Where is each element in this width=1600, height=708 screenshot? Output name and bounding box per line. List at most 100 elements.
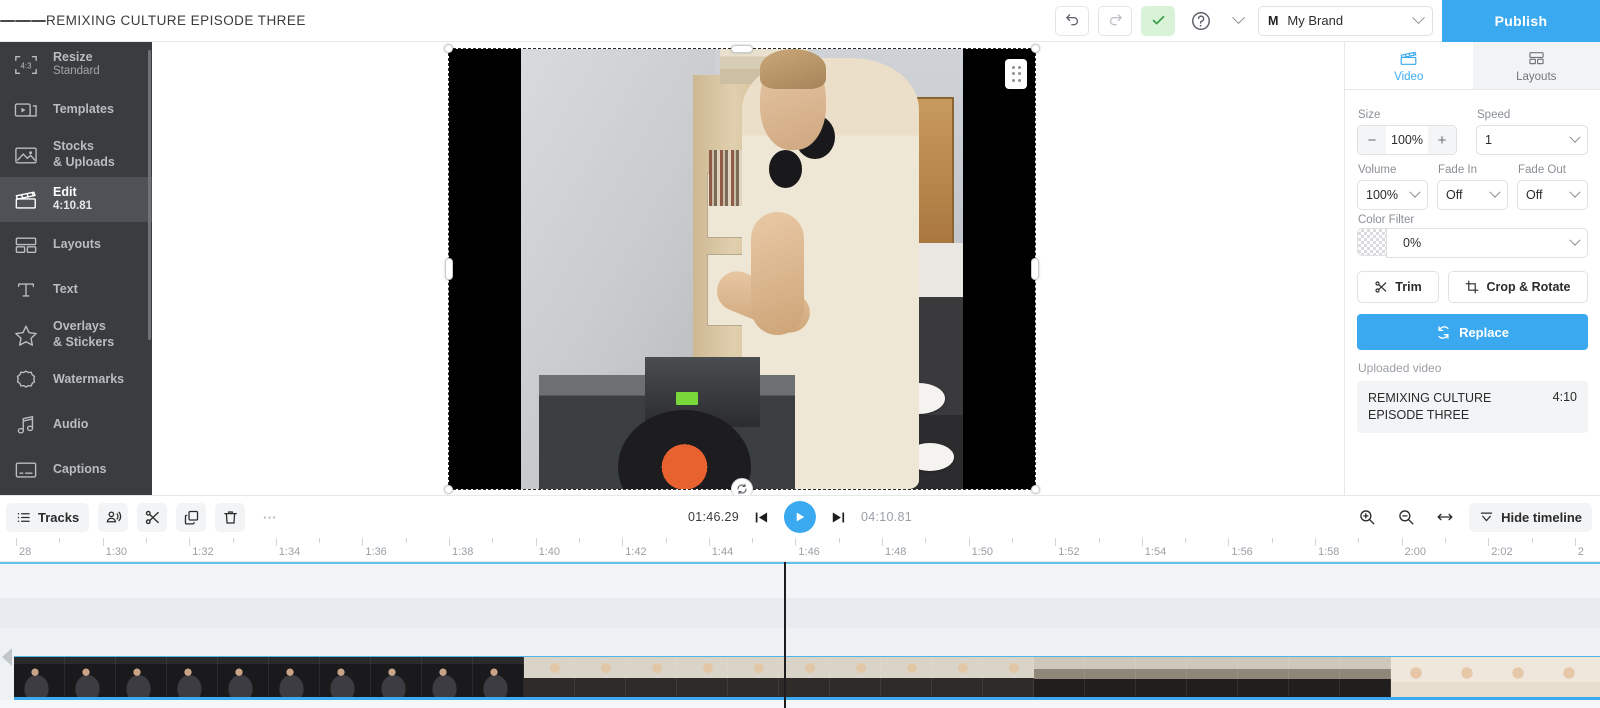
sidebar-item-watermarks[interactable]: Watermarks [0, 357, 152, 402]
volume-select[interactable]: 100% [1357, 180, 1428, 210]
split-button[interactable] [137, 502, 168, 532]
zoom-in-button[interactable] [1352, 503, 1382, 532]
sidebar-item-captions[interactable]: Captions [0, 447, 152, 492]
ruler-tick-minor [665, 538, 667, 543]
ruler-label: 1:54 [1144, 546, 1167, 558]
resize-handle-top-right[interactable] [1031, 44, 1040, 53]
ruler-tick [362, 538, 364, 546]
fade-out-select[interactable]: Off [1517, 180, 1588, 210]
size-speed-row: Size − 100% + Speed 1 [1357, 100, 1588, 155]
resize-handle-top[interactable] [731, 45, 753, 53]
color-filter-select[interactable]: 0% [1386, 228, 1588, 258]
timeline-tracks-area[interactable] [0, 562, 1600, 708]
page-title: REMIXING CULTURE EPISODE THREE [46, 13, 306, 28]
hide-timeline-button[interactable]: Hide timeline [1469, 502, 1592, 532]
resize-handle-right[interactable] [1031, 258, 1039, 280]
zoom-out-button[interactable] [1391, 503, 1421, 532]
size-value: 100% [1386, 126, 1428, 154]
ruler-label: 1:38 [452, 546, 474, 558]
resize-handle-bottom-left[interactable] [444, 485, 453, 494]
tab-video[interactable]: Video [1345, 42, 1473, 89]
ruler-tick [1141, 538, 1143, 546]
undo-button[interactable] [1055, 5, 1089, 36]
ruler-tick-minor [319, 538, 321, 543]
clip-thumbnail [116, 657, 167, 697]
sidebar-item-audio[interactable]: Audio [0, 402, 152, 447]
clip-thumbnail [1238, 657, 1289, 697]
fit-width-button[interactable] [1430, 503, 1460, 532]
replace-button[interactable]: Replace [1357, 314, 1588, 350]
zoom-out-icon [1399, 510, 1414, 525]
ruler-label: 1:32 [192, 546, 214, 558]
ruler-label: 1:30 [105, 546, 128, 558]
ruler-label: 2:00 [1404, 546, 1427, 558]
skip-next-button[interactable] [830, 509, 847, 526]
sidebar-item-text[interactable]: Text [0, 267, 152, 312]
sidebar-item-overlays-stickers[interactable]: Overlays & Stickers [0, 312, 152, 357]
sidebar-item-templates[interactable]: Templates [0, 87, 152, 132]
hamburger-icon[interactable] [0, 0, 46, 42]
duplicate-button[interactable] [176, 502, 207, 532]
sidebar-item-resize[interactable]: 4:3 Resize Standard [0, 42, 152, 87]
tracks-button[interactable]: Tracks [6, 502, 90, 532]
transport-controls: 01:46.29 04:10.81 [688, 501, 912, 533]
sidebar-item-label: Resize [53, 50, 93, 65]
resize-handle-bottom-right[interactable] [1031, 485, 1040, 494]
badge-seal-icon [12, 366, 40, 394]
preview-canvas[interactable] [152, 42, 1344, 500]
brand-selector[interactable]: M My Brand [1258, 5, 1433, 36]
sidebar-item-label: Stocks [53, 138, 94, 153]
help-button[interactable] [1184, 6, 1218, 36]
uploaded-video-item[interactable]: REMIXING CULTURE EPISODE THREE 4:10 [1357, 381, 1588, 433]
size-stepper[interactable]: − 100% + [1357, 125, 1457, 155]
redo-button[interactable] [1098, 5, 1132, 36]
scroll-left-arrow-icon[interactable] [0, 640, 14, 674]
text-t-icon [12, 276, 40, 304]
ruler-tick [795, 538, 797, 546]
crop-label: Crop & Rotate [1486, 280, 1571, 294]
tab-label: Video [1394, 70, 1424, 83]
drag-grip-icon[interactable] [1005, 59, 1027, 89]
timeline-ruler[interactable]: 28 1:30 1:32 1:34 1:36 1:38 1:40 1:42 1:44 1:46 1:… [0, 538, 1600, 562]
playhead[interactable] [780, 562, 790, 708]
ruler-tick [968, 538, 970, 546]
help-menu-button[interactable] [1227, 7, 1249, 35]
size-decrease-button[interactable]: − [1358, 126, 1386, 154]
resize-handle-left[interactable] [445, 258, 453, 280]
ruler-tick [708, 538, 710, 546]
sidebar-item-label: Overlays [53, 318, 106, 333]
publish-button[interactable]: Publish [1442, 0, 1600, 42]
play-button[interactable] [784, 501, 816, 533]
zoom-in-icon [1360, 510, 1375, 525]
voiceover-button[interactable] [98, 502, 129, 532]
size-increase-button[interactable]: + [1428, 126, 1456, 154]
tab-layouts[interactable]: Layouts [1472, 42, 1600, 89]
layouts-icon [1529, 51, 1544, 64]
fade-in-select[interactable]: Off [1437, 180, 1508, 210]
ruler-tick-minor [1358, 538, 1360, 543]
sidebar-item-label: Captions [53, 462, 107, 477]
list-icon [17, 512, 30, 522]
chevron-down-icon [1569, 131, 1581, 143]
saved-status-button[interactable] [1141, 5, 1175, 36]
skip-previous-button[interactable] [753, 509, 770, 526]
resize-handle-top-left[interactable] [444, 44, 453, 53]
speed-select[interactable]: 1 [1476, 125, 1588, 155]
sidebar-scrollbar[interactable] [148, 50, 151, 340]
sidebar-item-layouts[interactable]: Layouts [0, 222, 152, 267]
video-clip-track[interactable] [14, 656, 1600, 700]
sidebar-item-edit[interactable]: Edit 4:10.81 [0, 177, 152, 222]
sidebar-item-stocks-uploads[interactable]: Stocks & Uploads [0, 132, 152, 177]
video-preview-selection[interactable] [444, 44, 1040, 500]
delete-button[interactable] [215, 502, 246, 532]
trim-button[interactable]: Trim [1357, 271, 1439, 303]
ruler-label: 1:34 [278, 546, 301, 558]
total-time: 04:10.81 [861, 510, 913, 524]
ruler-tick [622, 538, 624, 546]
more-options-button[interactable] [254, 503, 284, 532]
scissors-icon [145, 510, 159, 524]
ruler-tick-minor [925, 538, 927, 543]
crop-rotate-button[interactable]: Crop & Rotate [1448, 271, 1588, 303]
clip-thumbnail [1340, 657, 1391, 697]
uploaded-video-duration: 4:10 [1552, 390, 1577, 404]
